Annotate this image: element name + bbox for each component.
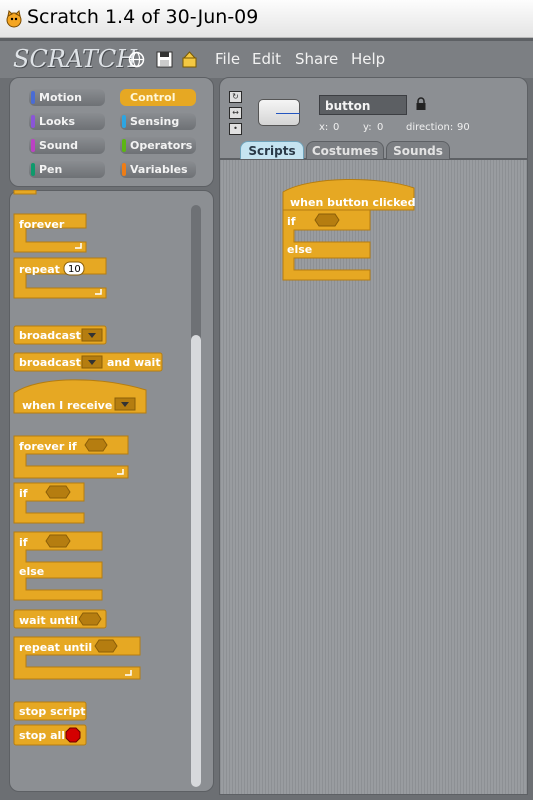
tab-costumes[interactable]: Costumes: [306, 141, 384, 160]
window-title: Scratch 1.4 of 30-Jun-09: [27, 6, 259, 28]
if-else-block[interactable]: if else: [13, 531, 103, 601]
sensing-color-stripe: [122, 115, 126, 128]
menu-edit[interactable]: Edit: [252, 50, 281, 68]
and-wait-label: and wait: [107, 356, 161, 369]
menu-bar: SCRATCH File Edit Share Help: [0, 38, 533, 78]
rotate-all-icon[interactable]: ↻: [229, 91, 242, 103]
repeat-count-value: 10: [68, 264, 81, 275]
when-i-receive-block[interactable]: when I receive: [13, 379, 147, 414]
category-operators[interactable]: Operators: [120, 137, 196, 154]
broadcast-label: broadcast: [19, 329, 81, 342]
script-if-label: if: [287, 215, 296, 228]
forever-block[interactable]: forever: [13, 213, 87, 253]
scratch-logo: SCRATCH: [13, 45, 138, 73]
operators-color-stripe: [122, 139, 126, 152]
menu-help[interactable]: Help: [351, 50, 385, 68]
when-button-clicked-block[interactable]: when button clicked: [282, 179, 416, 211]
stop-all-block[interactable]: stop all: [13, 724, 87, 746]
if-block[interactable]: if: [13, 482, 85, 524]
looks-color-stripe: [31, 115, 35, 128]
palette-blocks: .blk { fill:#e6a823; stroke:#b57d10; str…: [13, 190, 163, 746]
category-motion[interactable]: Motion: [29, 89, 105, 106]
category-label: Looks: [39, 115, 75, 128]
category-label: Operators: [130, 139, 193, 152]
control-color-stripe: [122, 91, 126, 104]
forever-label: forever: [19, 218, 65, 231]
hat-label: when button clicked: [290, 196, 416, 209]
globe-icon[interactable]: [128, 51, 145, 68]
title-bar: Scratch 1.4 of 30-Jun-09: [0, 0, 533, 38]
category-label: Pen: [39, 163, 63, 176]
x-label: x:: [319, 122, 329, 133]
variables-color-stripe: [122, 163, 126, 176]
y-label: y:: [363, 122, 372, 133]
if-else-if-label: if: [19, 536, 28, 549]
else-label: else: [19, 565, 44, 578]
category-label: Variables: [130, 163, 188, 176]
y-value: 0: [377, 122, 384, 133]
direction-label: direction:: [406, 122, 454, 133]
sound-color-stripe: [31, 139, 35, 152]
stop-script-block[interactable]: stop script: [13, 701, 87, 721]
category-label: Sound: [39, 139, 79, 152]
wait-until-label: wait until: [19, 614, 78, 627]
palette-scrollbar-thumb[interactable]: [191, 335, 201, 787]
tab-scripts[interactable]: Scripts: [240, 141, 304, 160]
repeat-block[interactable]: repeat 10: [13, 257, 107, 299]
stop-script-label: stop script: [19, 705, 85, 718]
repeat-until-block[interactable]: repeat until: [13, 636, 141, 680]
repeat-label: repeat: [19, 263, 60, 276]
category-sound[interactable]: Sound: [29, 137, 105, 154]
sprite-thumbnail: [258, 99, 300, 126]
menu-file[interactable]: File: [215, 50, 240, 68]
script-if-else-block[interactable]: if else: [282, 209, 371, 281]
if-label: if: [19, 487, 28, 500]
category-variables[interactable]: Variables: [120, 161, 196, 178]
scratch-cat-icon: [6, 10, 22, 28]
broadcast-wait-label: broadcast: [19, 356, 81, 369]
pen-color-stripe: [31, 163, 35, 176]
category-label: Control: [130, 91, 176, 104]
category-looks[interactable]: Looks: [29, 113, 105, 130]
category-label: Motion: [39, 91, 82, 104]
partial-block: [13, 190, 37, 195]
category-pen[interactable]: Pen: [29, 161, 105, 178]
category-label: Sensing: [130, 115, 180, 128]
lock-icon[interactable]: [415, 97, 427, 111]
condition-slot[interactable]: [314, 213, 340, 227]
category-control[interactable]: Control: [120, 89, 196, 106]
stop-sign-icon: [65, 727, 81, 743]
no-rotate-icon[interactable]: •: [229, 123, 242, 135]
script-else-label: else: [287, 243, 312, 256]
share-icon[interactable]: [181, 51, 198, 68]
direction-value: 90: [457, 122, 470, 133]
repeat-until-label: repeat until: [19, 641, 92, 654]
x-value: 0: [333, 122, 340, 133]
stop-all-label: stop all: [19, 729, 65, 742]
broadcast-and-wait-block[interactable]: broadcast and wait: [13, 352, 163, 372]
menu-share[interactable]: Share: [295, 50, 338, 68]
wait-until-block[interactable]: wait until: [13, 609, 107, 629]
when-receive-label: when I receive: [22, 399, 112, 412]
motion-color-stripe: [31, 91, 35, 104]
forever-if-label: forever if: [19, 440, 77, 453]
tab-sounds[interactable]: Sounds: [386, 141, 450, 160]
broadcast-block[interactable]: broadcast: [13, 325, 107, 345]
sprite-name-field[interactable]: button: [319, 95, 407, 115]
category-sensing[interactable]: Sensing: [120, 113, 196, 130]
forever-if-block[interactable]: forever if: [13, 435, 129, 479]
flip-left-right-icon[interactable]: ↔: [229, 107, 242, 119]
script-stack[interactable]: .blk2 { fill:#e6a823; stroke:#b57d10; st…: [280, 176, 420, 288]
save-icon[interactable]: [156, 51, 173, 68]
